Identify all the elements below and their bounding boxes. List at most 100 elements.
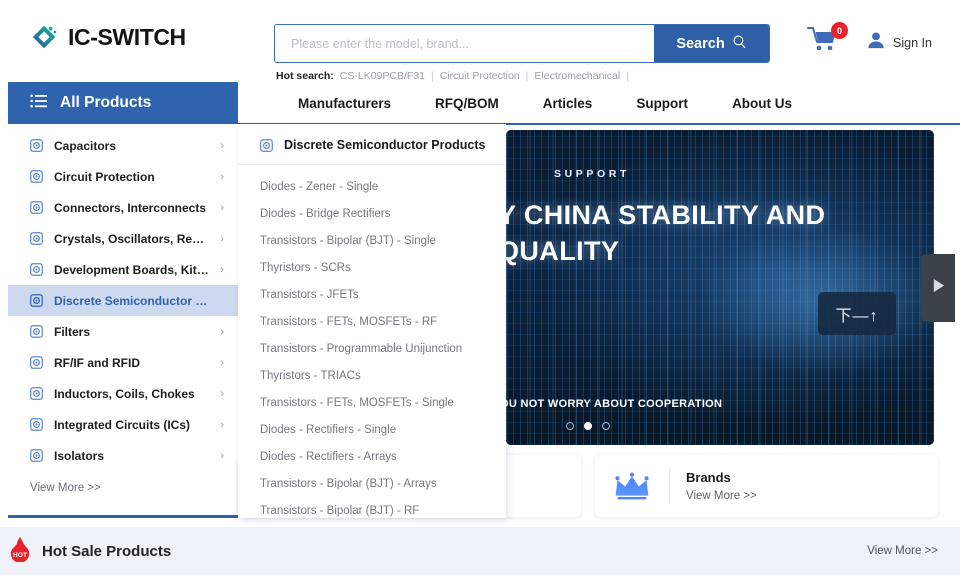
category-icon [30,387,43,400]
hot-search-sep-0: | [431,70,434,82]
chevron-right-icon: › [220,233,224,245]
brand-logo[interactable]: IC-SWITCH [30,22,186,52]
search-button-label: Search [676,36,724,52]
cart-button[interactable]: 0 [806,24,848,64]
chevron-right-icon: › [220,419,224,431]
banner-dot-1[interactable] [584,422,592,430]
hot-sale-section: HOT Hot Sale Products View More >> [0,527,960,575]
category-dropdown-panel: Discrete Semiconductor Products Diodes -… [238,124,506,518]
dropdown-item-thyristors-triacs[interactable]: Thyristors - TRIACs [238,362,506,389]
all-products-label: All Products [60,94,151,112]
banner-dot-2[interactable] [602,422,610,430]
hero-banner[interactable]: SUPPORT Y CHINA STABILITY AND QUALITY 下—… [506,130,934,445]
left-white-strip [0,82,8,522]
chevron-right-icon: › [220,326,224,338]
category-icon [30,263,43,276]
sidebar-item-label: Crystals, Oscillators, Reso... [54,232,209,246]
dropdown-item-thyristors-scrs[interactable]: Thyristors - SCRs [238,254,506,281]
chevron-right-icon: › [220,171,224,183]
banner-footer-text: OU NOT WORRY ABOUT COOPERATION [506,398,722,410]
sidebar-item-rf-if-and-rfid[interactable]: RF/IF and RFID › [8,347,238,378]
card-view-more-link[interactable]: View More >> [686,490,757,502]
sidebar-item-development-boards[interactable]: Development Boards, Kits,... › [8,254,238,285]
category-icon [30,294,43,307]
dropdown-item-transistors-bipolar-bjt-arrays[interactable]: Transistors - Bipolar (BJT) - Arrays [238,470,506,497]
hot-search-row: Hot search: CS-LK09PCB/F31 | Circuit Pro… [276,70,629,82]
hot-search-link-0[interactable]: CS-LK09PCB/F31 [340,70,425,82]
sidebar-item-label: Integrated Circuits (ICs) [54,418,209,432]
sidebar-item-circuit-protection[interactable]: Circuit Protection › [8,161,238,192]
sidebar-item-label: Discrete Semiconductor Pr... [54,294,213,308]
sidebar-item-crystals-oscillators[interactable]: Crystals, Oscillators, Reso... › [8,223,238,254]
sidebar-item-label: Connectors, Interconnects [54,201,209,215]
sidebar-item-isolators[interactable]: Isolators › [8,440,238,471]
hot-search-link-1[interactable]: Circuit Protection [440,70,520,82]
dropdown-item-transistors-fets-mosfets-single[interactable]: Transistors - FETs, MOSFETs - Single [238,389,506,416]
nav-item-about-us[interactable]: About Us [710,96,814,111]
brand-name: IC-SWITCH [68,24,186,51]
dropdown-item-transistors-bipolar-bjt-single[interactable]: Transistors - Bipolar (BJT) - Single [238,227,506,254]
category-icon [30,418,43,431]
nav-item-articles[interactable]: Articles [521,96,615,111]
chevron-right-icon: › [220,202,224,214]
dropdown-item-diodes-rectifiers-single[interactable]: Diodes - Rectifiers - Single [238,416,506,443]
hot-sale-view-more-link[interactable]: View More >> [867,545,938,557]
nav-item-support[interactable]: Support [614,96,710,111]
chevron-right-icon: › [220,388,224,400]
dropdown-header[interactable]: Discrete Semiconductor Products [238,124,506,165]
banner-dot-0[interactable] [566,422,574,430]
sign-in-label: Sign In [893,36,932,50]
search-button[interactable]: Search [654,25,769,62]
chevron-right-icon: › [220,264,224,276]
search-icon [732,34,747,53]
sidebar-item-filters[interactable]: Filters › [8,316,238,347]
sidebar-view-more-link[interactable]: View More >> [30,482,101,494]
chevron-right-icon: › [220,450,224,462]
sidebar-item-integrated-circuits[interactable]: Integrated Circuits (ICs) › [8,409,238,440]
dropdown-item-diodes-rectifiers-arrays[interactable]: Diodes - Rectifiers - Arrays [238,443,506,470]
search-input[interactable] [275,25,654,62]
dropdown-item-transistors-fets-mosfets-rf[interactable]: Transistors - FETs, MOSFETs - RF [238,308,506,335]
banner-dots [566,422,610,430]
category-icon [30,449,43,462]
category-icon [30,170,43,183]
site-header: IC-SWITCH Search Hot search: CS-LK09PCB/… [0,0,960,82]
sidebar-item-discrete-semiconductor-products[interactable]: Discrete Semiconductor Pr... [8,285,238,316]
category-icon [30,325,43,338]
sidebar-item-capacitors[interactable]: Capacitors › [8,130,238,161]
all-products-button[interactable]: All Products [8,82,238,124]
dropdown-item-transistors-programmable-unijunction[interactable]: Transistors - Programmable Unijunction [238,335,506,362]
hot-search-sep-2: | [626,70,629,82]
dropdown-item-transistors-jfets[interactable]: Transistors - JFETs [238,281,506,308]
card-brands[interactable]: Brands View More >> [595,455,938,517]
cart-count-badge: 0 [831,22,848,39]
chevron-right-icon: › [220,140,224,152]
dropdown-item-diodes-bridge-rectifiers[interactable]: Diodes - Bridge Rectifiers [238,200,506,227]
svg-text:HOT: HOT [13,551,27,558]
sign-in-button[interactable]: Sign In [866,30,932,55]
banner-next-button[interactable] [921,254,955,322]
sidebar-item-label: Isolators [54,449,209,463]
dropdown-item-diodes-zener-single[interactable]: Diodes - Zener - Single [238,173,506,200]
dropdown-item-transistors-bipolar-bjt-rf[interactable]: Transistors - Bipolar (BJT) - RF [238,497,506,518]
chevron-right-icon: › [220,357,224,369]
banner-title: Y CHINA STABILITY AND QUALITY [506,198,918,269]
sidebar-item-inductors-coils-chokes[interactable]: Inductors, Coils, Chokes › [8,378,238,409]
category-icon [30,139,43,152]
sidebar-item-label: RF/IF and RFID [54,356,209,370]
sidebar-item-connectors-interconnects[interactable]: Connectors, Interconnects › [8,192,238,223]
sidebar-item-label: Filters [54,325,209,339]
category-icon [260,139,273,152]
crown-icon [611,471,653,502]
diamond-logo-icon [30,22,60,52]
nav-item-manufacturers[interactable]: Manufacturers [276,96,413,111]
hot-flame-icon: HOT [8,536,32,567]
search-bar: Search [274,24,770,63]
nav-item-rfq-bom[interactable]: RFQ/BOM [413,96,521,111]
shopping-cart-icon [806,41,840,58]
hot-search-link-2[interactable]: Electromechanical [534,70,620,82]
play-arrow-right-icon [931,277,946,299]
hot-search-sep-1: | [526,70,529,82]
category-icon [30,232,43,245]
category-icon [30,201,43,214]
